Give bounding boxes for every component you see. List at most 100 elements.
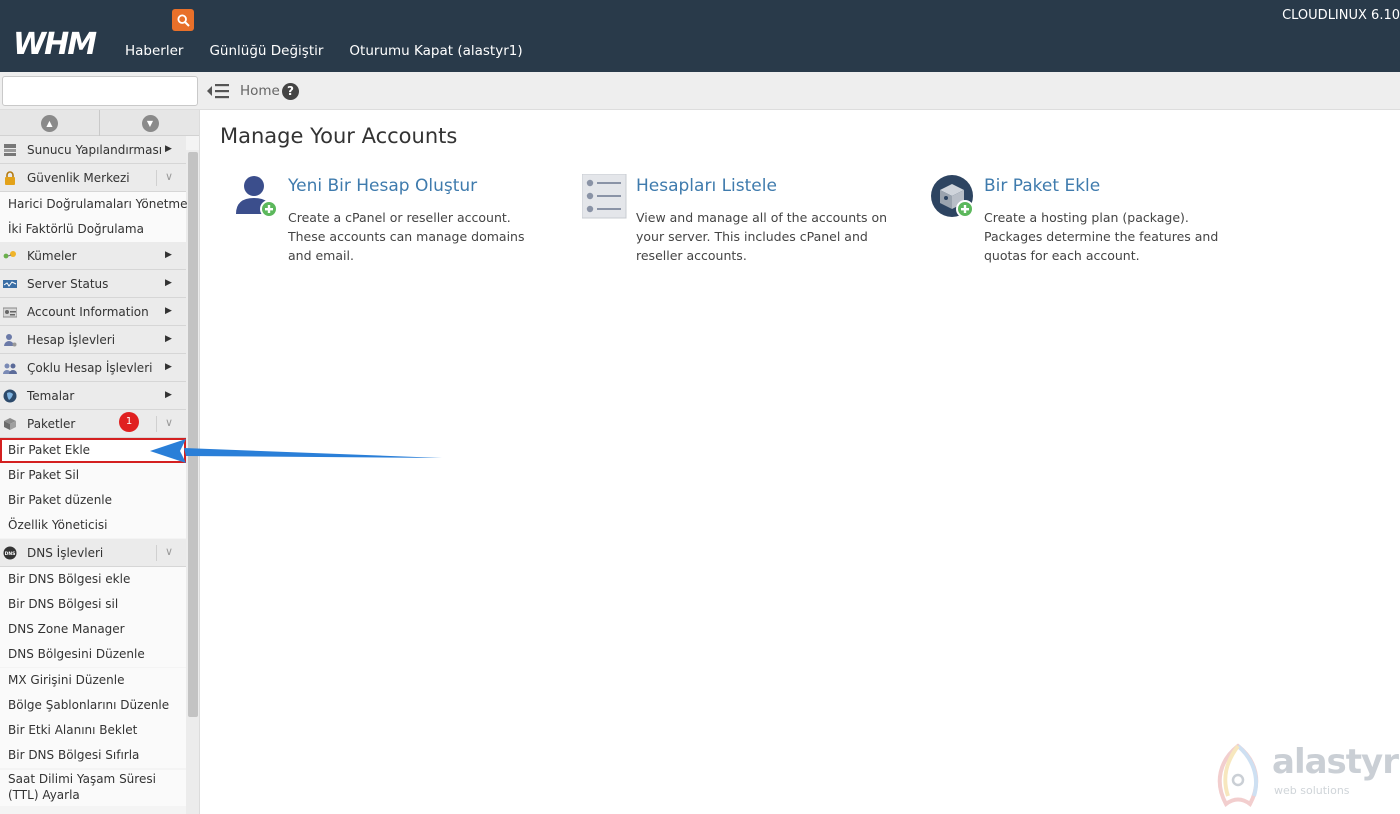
user-gear-icon bbox=[4, 334, 17, 347]
help-icon[interactable]: ? bbox=[282, 83, 299, 100]
create-account-link[interactable]: Yeni Bir Hesap Oluştur bbox=[288, 176, 477, 196]
sidebar-item-two-factor[interactable]: İki Faktörlü Doğrulama bbox=[0, 217, 186, 242]
nav-news-link[interactable]: Haberler bbox=[125, 43, 183, 59]
add-package-card: Bir Paket Ekle Create a hosting plan (pa… bbox=[930, 172, 1230, 272]
expand-arrow-icon: ▶ bbox=[165, 306, 172, 316]
sidebar-item-label: Bölge Şablonlarını Düzenle bbox=[8, 698, 170, 712]
sidebar-category-label: Account Information bbox=[27, 305, 149, 319]
sidebar-item-edit-zone-templates[interactable]: Bölge Şablonlarını Düzenle bbox=[0, 693, 186, 718]
sidebar-item-label: MX Girişini Düzenle bbox=[8, 673, 125, 687]
os-version-label: CLOUDLINUX 6.10 bbox=[1282, 8, 1400, 23]
expand-arrow-icon: ▶ bbox=[165, 250, 172, 260]
create-account-card: Yeni Bir Hesap Oluştur Create a cPanel o… bbox=[234, 172, 534, 272]
breadcrumb-home[interactable]: Home bbox=[240, 83, 280, 99]
whm-logo[interactable]: WHM bbox=[12, 24, 108, 60]
sidebar-category-account-info[interactable]: Account Information ▶ bbox=[0, 298, 186, 326]
sidebar-category-label: DNS İşlevleri bbox=[27, 546, 104, 560]
server-config-icon bbox=[4, 144, 16, 156]
add-user-icon[interactable] bbox=[234, 174, 280, 220]
account-list-icon[interactable] bbox=[582, 174, 628, 220]
sidebar-item-delete-package[interactable]: Bir Paket Sil bbox=[0, 463, 186, 488]
chevron-down-icon: ▼ bbox=[141, 114, 159, 132]
sidebar-search-input[interactable] bbox=[2, 76, 198, 106]
account-info-icon bbox=[3, 307, 17, 318]
expand-arrow-icon: ▶ bbox=[165, 390, 172, 400]
sidebar-category-label: Çoklu Hesap İşlevleri bbox=[27, 361, 153, 375]
collapse-all-button[interactable]: ▲ bbox=[0, 110, 100, 136]
sidebar-category-server-config[interactable]: Sunucu Yapılandırması ▶ bbox=[0, 136, 186, 164]
add-package-description: Create a hosting plan (package). Package… bbox=[984, 210, 1219, 263]
annotation-badge: 1 bbox=[119, 412, 139, 432]
list-accounts-link[interactable]: Hesapları Listele bbox=[636, 176, 777, 196]
sidebar-item-edit-package[interactable]: Bir Paket düzenle bbox=[0, 488, 186, 513]
sidebar-category-label: Güvenlik Merkezi bbox=[27, 171, 130, 185]
sidebar-item-delete-dns-zone[interactable]: Bir DNS Bölgesi sil bbox=[0, 592, 186, 617]
sidebar-item-feature-manager[interactable]: Özellik Yöneticisi bbox=[0, 513, 186, 538]
sidebar-category-multi-account[interactable]: Çoklu Hesap İşlevleri ▶ bbox=[0, 354, 186, 382]
expand-arrow-icon: ▶ bbox=[165, 278, 172, 288]
watermark-tagline: web solutions bbox=[1274, 784, 1350, 797]
collapse-chevron-icon: ∨ bbox=[165, 416, 174, 429]
lock-icon bbox=[5, 171, 15, 185]
logo-text: WHM bbox=[13, 27, 97, 60]
list-accounts-description: View and manage all of the accounts on y… bbox=[636, 210, 888, 263]
whm-window: WHM Haberler Günlüğü Değiştir Oturumu Ka… bbox=[0, 0, 1400, 814]
divider bbox=[156, 545, 157, 561]
add-package-icon[interactable] bbox=[930, 174, 976, 220]
sidebar-category-label: Kümeler bbox=[27, 249, 77, 263]
sidebar-category-clusters[interactable]: Kümeler ▶ bbox=[0, 242, 186, 270]
collapse-chevron-icon: ∨ bbox=[165, 170, 174, 183]
svg-text:DNS: DNS bbox=[5, 551, 16, 557]
package-box-icon bbox=[4, 418, 16, 430]
sidebar-item-label: Bir Paket düzenle bbox=[8, 493, 113, 507]
nav-logout-link[interactable]: Oturumu Kapat (alastyr1) bbox=[349, 43, 522, 59]
sidebar-category-label: Paketler bbox=[27, 417, 76, 431]
sidebar-item-label: Bir DNS Bölgesi ekle bbox=[8, 572, 131, 586]
sidebar-category-label: Sunucu Yapılandırması bbox=[27, 143, 163, 157]
sidebar-category-dns[interactable]: DNS DNS İşlevleri ∨ bbox=[0, 539, 186, 567]
sidebar-item-label: Bir DNS Bölgesi Sıfırla bbox=[8, 748, 140, 762]
divider bbox=[156, 170, 157, 186]
sidebar-item-park-domain[interactable]: Bir Etki Alanını Beklet bbox=[0, 718, 186, 743]
users-icon bbox=[3, 363, 17, 374]
expand-arrow-icon: ▶ bbox=[165, 362, 172, 372]
sidebar-item-add-dns-zone[interactable]: Bir DNS Bölgesi ekle bbox=[0, 567, 186, 592]
sidebar-item-edit-mx[interactable]: MX Girişini Düzenle bbox=[0, 668, 186, 693]
sidebar-item-label: Bir Etki Alanını Beklet bbox=[8, 723, 138, 737]
sidebar-item-reset-dns-zone[interactable]: Bir DNS Bölgesi Sıfırla bbox=[0, 743, 186, 768]
watermark-brand: alastyr bbox=[1272, 742, 1399, 782]
monitor-icon bbox=[3, 280, 17, 288]
expand-arrow-icon: ▶ bbox=[165, 144, 172, 154]
sidebar-category-label: Temalar bbox=[27, 389, 75, 403]
chevron-up-icon: ▲ bbox=[41, 114, 58, 132]
sidebar-item-label: Özellik Yöneticisi bbox=[8, 518, 108, 532]
search-button[interactable] bbox=[172, 9, 194, 31]
sidebar-item-external-auth[interactable]: Harici Doğrulamaları Yönetme bbox=[0, 192, 188, 217]
sidebar-category-packages[interactable]: Paketler ∨ bbox=[0, 410, 186, 438]
sidebar-category-server-status[interactable]: Server Status ▶ bbox=[0, 270, 186, 298]
sidebar-item-label: Bir Paket Sil bbox=[8, 468, 80, 482]
collapse-chevron-icon: ∨ bbox=[165, 545, 174, 558]
menu-toggle-icon[interactable] bbox=[207, 82, 229, 100]
sidebar-item-label: İki Faktörlü Doğrulama bbox=[8, 222, 144, 236]
sidebar-category-account-functions[interactable]: Hesap İşlevleri ▶ bbox=[0, 326, 186, 354]
nav-changelog-link[interactable]: Günlüğü Değiştir bbox=[209, 43, 323, 59]
sidebar-item-label: DNS Bölgesini Düzenle bbox=[8, 647, 145, 661]
sidebar-category-label: Server Status bbox=[27, 277, 109, 291]
sidebar-item-dns-zone-manager[interactable]: DNS Zone Manager bbox=[0, 617, 186, 642]
add-package-link[interactable]: Bir Paket Ekle bbox=[984, 176, 1100, 196]
sidebar-category-themes[interactable]: Temalar ▶ bbox=[0, 382, 186, 410]
expand-all-button[interactable]: ▼ bbox=[100, 110, 199, 136]
cluster-icon bbox=[3, 251, 16, 259]
sidebar-collapse-controls: ▲ ▼ bbox=[0, 110, 199, 136]
sidebar-item-set-ttl[interactable]: Saat Dilimi Yaşam Süresi (TTL) Ayarla bbox=[0, 770, 186, 806]
annotation-arrow-icon bbox=[150, 439, 442, 463]
watermark: alastyr web solutions bbox=[1208, 740, 1400, 814]
sidebar-item-label: Bir DNS Bölgesi sil bbox=[8, 597, 119, 611]
sidebar-scrollbar-thumb[interactable] bbox=[188, 152, 198, 717]
top-header: WHM Haberler Günlüğü Değiştir Oturumu Ka… bbox=[0, 0, 1400, 72]
sidebar-item-edit-dns-zone[interactable]: DNS Bölgesini Düzenle bbox=[0, 642, 186, 667]
alastyr-logo-icon bbox=[1217, 743, 1259, 807]
sidebar-item-label: Harici Doğrulamaları Yönetme bbox=[8, 197, 188, 211]
sidebar-category-security[interactable]: Güvenlik Merkezi ∨ bbox=[0, 164, 186, 192]
